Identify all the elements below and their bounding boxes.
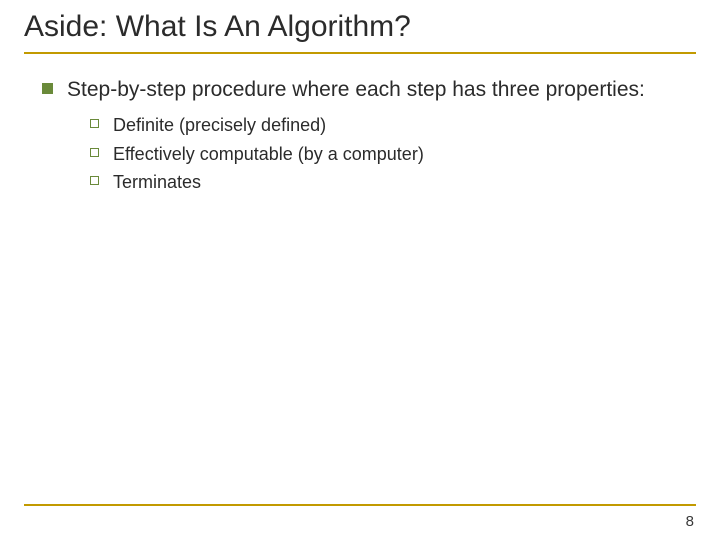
main-point-text: Step-by-step procedure where each step h… [67, 76, 645, 103]
sub-point-text: Definite (precisely defined) [113, 113, 326, 137]
slide: Aside: What Is An Algorithm? Step-by-ste… [0, 0, 720, 540]
sub-point-text: Terminates [113, 170, 201, 194]
square-bullet-icon [42, 83, 53, 94]
sub-point-text: Effectively computable (by a computer) [113, 142, 424, 166]
bullet-level1: Step-by-step procedure where each step h… [42, 76, 696, 103]
content-area: Step-by-step procedure where each step h… [24, 76, 696, 194]
slide-title: Aside: What Is An Algorithm? [24, 10, 696, 50]
open-square-bullet-icon [90, 119, 99, 128]
open-square-bullet-icon [90, 176, 99, 185]
open-square-bullet-icon [90, 148, 99, 157]
page-number: 8 [686, 513, 694, 530]
title-underline [24, 52, 696, 54]
bullet-level2: Terminates [90, 170, 696, 194]
bullet-level2: Definite (precisely defined) [90, 113, 696, 137]
footer-rule [24, 504, 696, 506]
sub-bullet-list: Definite (precisely defined) Effectively… [42, 113, 696, 194]
bullet-level2: Effectively computable (by a computer) [90, 142, 696, 166]
